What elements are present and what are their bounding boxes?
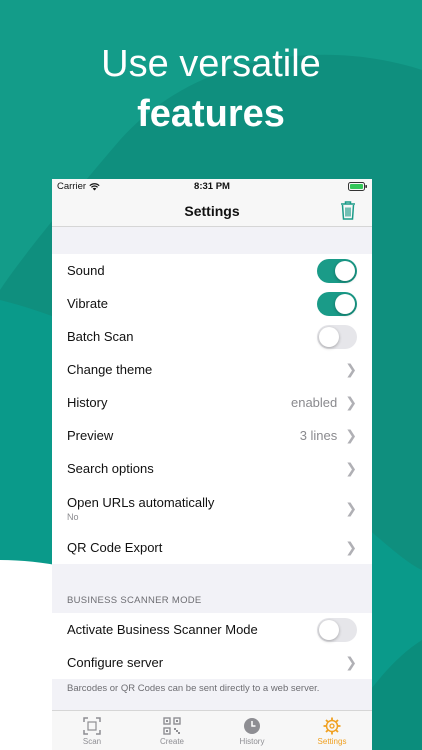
vibrate-toggle[interactable] [317,291,357,316]
preview-row[interactable]: Preview 3 lines ❯ [52,419,372,452]
vibrate-row: Vibrate [52,287,372,320]
preview-value: 3 lines [299,428,338,443]
vibrate-label: Vibrate [67,296,108,311]
activate-business-toggle[interactable] [317,617,357,642]
headline-line-1: Use versatile [101,43,321,85]
tab-settings-label: Settings [317,737,347,746]
tab-settings[interactable]: Settings [292,711,372,750]
headline-line-2: features [137,93,285,135]
status-bar: Carrier 8:31 PM [52,179,372,195]
qr-export-label: QR Code Export [67,540,163,555]
chevron-right-icon: ❯ [345,460,357,476]
history-row[interactable]: History enabled ❯ [52,386,372,419]
status-time: 8:31 PM [194,181,230,192]
history-label: History [67,395,108,410]
chevron-right-icon: ❯ [345,394,357,410]
clock-icon [244,718,260,734]
business-footer-note: Barcodes or QR Codes can be sent directl… [67,683,320,694]
promo-headline: Use versatile features [0,40,422,140]
activate-business-row: Activate Business Scanner Mode [52,613,372,646]
batch-scan-label: Batch Scan [67,329,134,344]
tab-bar: Scan Create History Settings [52,710,372,750]
gear-icon [323,717,341,735]
open-urls-row[interactable]: Open URLs automatically No ❯ [52,485,372,531]
qr-code-icon [163,717,181,735]
tab-create-label: Create [159,737,184,746]
activate-business-label: Activate Business Scanner Mode [67,622,258,637]
open-urls-value: No [67,511,79,522]
business-group: Activate Business Scanner Mode Configure… [52,613,372,679]
tab-scan[interactable]: Scan [52,711,132,750]
chevron-right-icon: ❯ [345,361,357,377]
phone-screen: Carrier 8:31 PM Settings Sound Vibrate B… [52,179,372,750]
tab-history-label: History [239,737,265,746]
chevron-right-icon: ❯ [345,539,357,555]
preview-label: Preview [67,428,114,443]
open-urls-label: Open URLs automatically [67,494,215,510]
sound-label: Sound [67,263,105,278]
page-title: Settings [184,203,240,219]
search-options-row[interactable]: Search options ❯ [52,452,372,485]
scan-icon [83,717,101,735]
tab-history[interactable]: History [212,711,292,750]
settings-group: Sound Vibrate Batch Scan Change theme ❯ … [52,254,372,564]
batch-scan-row: Batch Scan [52,320,372,353]
open-urls-label-group: Open URLs automatically No [67,495,345,522]
batch-scan-toggle[interactable] [317,324,357,349]
chevron-right-icon: ❯ [345,499,357,516]
chevron-right-icon: ❯ [345,654,357,670]
chevron-right-icon: ❯ [345,427,357,443]
trash-icon[interactable] [340,200,356,220]
business-section-header: BUSINESS SCANNER MODE [67,595,202,606]
tab-scan-label: Scan [82,737,102,746]
tab-create[interactable]: Create [132,711,212,750]
configure-server-label: Configure server [67,655,164,670]
configure-server-row[interactable]: Configure server ❯ [52,646,372,679]
nav-bar: Settings [52,195,372,227]
change-theme-label: Change theme [67,362,153,377]
sound-row: Sound [52,254,372,287]
history-value: enabled [290,395,338,410]
sound-toggle[interactable] [317,258,357,283]
qr-export-row[interactable]: QR Code Export ❯ [52,531,372,564]
change-theme-row[interactable]: Change theme ❯ [52,353,372,386]
search-options-label: Search options [67,461,154,476]
battery-icon [348,182,367,191]
